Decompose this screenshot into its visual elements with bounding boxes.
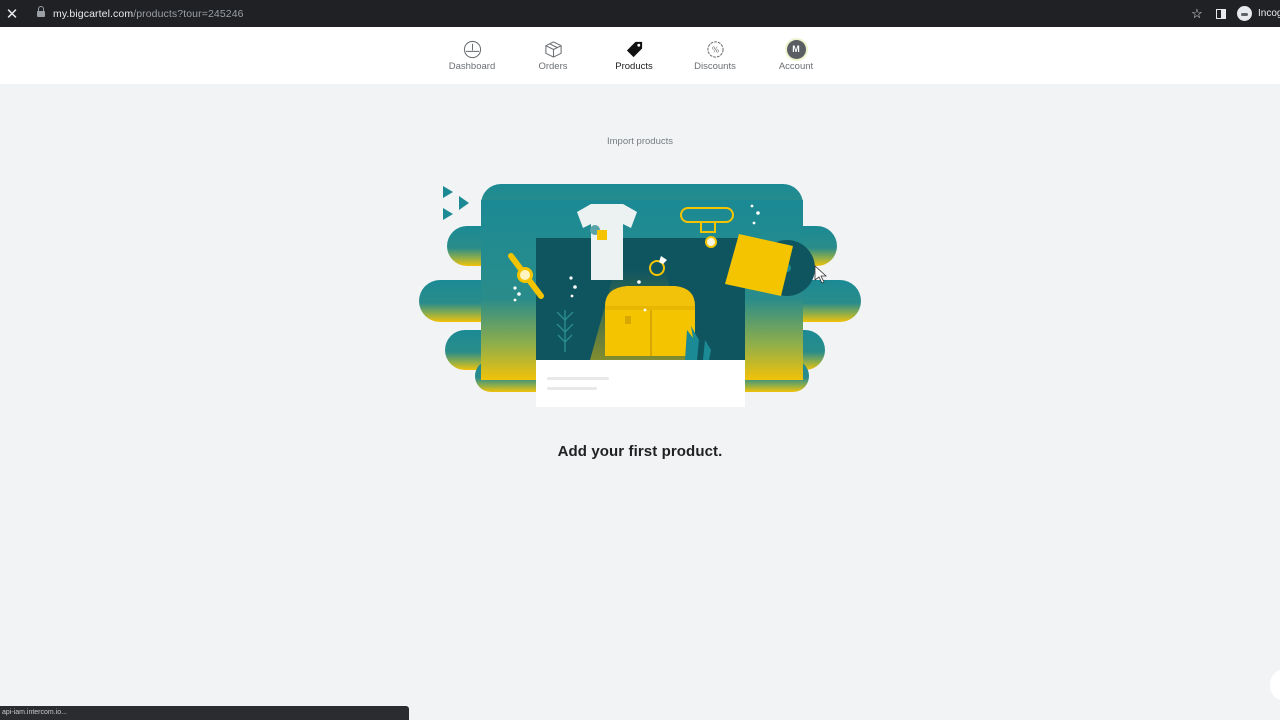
address-bar[interactable]: my.bigcartel.com/products?tour=245246 bbox=[53, 8, 244, 20]
lock-icon[interactable] bbox=[37, 6, 45, 18]
avatar: M bbox=[786, 39, 806, 59]
url-path: /products?tour=245246 bbox=[133, 7, 244, 20]
nav-item-products[interactable]: Products bbox=[594, 27, 674, 84]
percent-badge-icon: % bbox=[705, 39, 725, 59]
tag-icon bbox=[624, 39, 644, 59]
nav-item-discounts[interactable]: % Discounts bbox=[675, 27, 755, 84]
close-icon[interactable]: ✕ bbox=[0, 0, 24, 27]
chat-launcher[interactable] bbox=[1270, 670, 1280, 700]
browser-toolbar: ✕ my.bigcartel.com/products?tour=245246 … bbox=[0, 0, 1280, 27]
nav-label: Dashboard bbox=[448, 61, 496, 72]
box-icon bbox=[543, 39, 563, 59]
side-panel-icon[interactable] bbox=[1216, 8, 1226, 19]
incognito-label[interactable]: Incognito bbox=[1258, 8, 1280, 19]
incognito-icon[interactable] bbox=[1237, 6, 1252, 21]
url-domain: my.bigcartel.com bbox=[53, 7, 134, 20]
nav-item-orders[interactable]: Orders bbox=[513, 27, 593, 84]
empty-state-headline: Add your first product. bbox=[557, 443, 723, 460]
import-products-link[interactable]: Import products bbox=[0, 136, 1280, 147]
nav-item-account[interactable]: M Account bbox=[756, 27, 836, 84]
dashboard-gauge-icon bbox=[462, 39, 482, 59]
nav-item-dashboard[interactable]: Dashboard bbox=[432, 27, 512, 84]
bookmark-star-icon[interactable]: ☆ bbox=[1187, 6, 1207, 22]
fish-icon bbox=[443, 186, 469, 220]
nav-label: Discounts bbox=[694, 61, 736, 72]
app-nav: Dashboard Orders Products % Discounts M … bbox=[0, 27, 1280, 84]
treasure-chest-icon bbox=[605, 286, 695, 356]
svg-text:%: % bbox=[711, 45, 718, 54]
nav-label: Orders bbox=[538, 61, 568, 72]
empty-state-illustration bbox=[419, 184, 861, 407]
nav-label: Account bbox=[778, 61, 814, 72]
product-card-footer bbox=[536, 360, 745, 407]
nav-label: Products bbox=[615, 61, 653, 72]
status-bar-url: api-iam.intercom.io... bbox=[0, 706, 409, 720]
